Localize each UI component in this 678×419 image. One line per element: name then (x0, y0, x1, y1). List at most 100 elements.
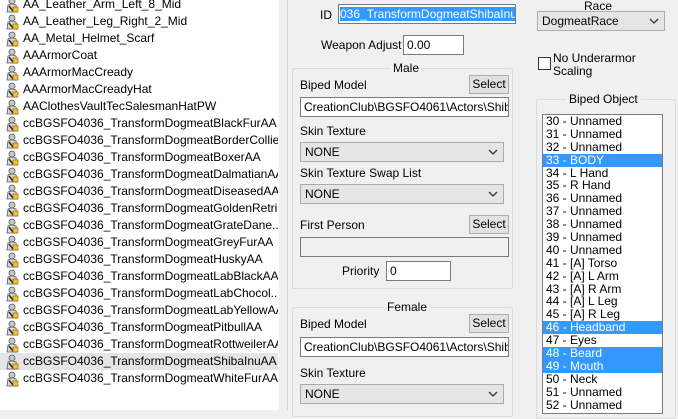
object-list-item-label: ccBGSFO4036_TransformDogmeatShibaInuAA (23, 354, 277, 368)
object-list-item[interactable]: ccBGSFO4036_TransformDogmeatRottweilerAA (0, 336, 278, 353)
object-list-item[interactable]: AAArmorMacCready (0, 64, 278, 81)
biped-object-item[interactable]: 33 - BODY (543, 153, 662, 167)
object-list-item[interactable]: AAClothesVaultTecSalesmanHatPW (0, 98, 278, 115)
no-underarmor-scaling-checkbox[interactable] (538, 57, 551, 70)
female-biped-model-label: Biped Model (300, 317, 367, 331)
armor-addon-icon (6, 252, 19, 267)
armor-addon-icon (6, 286, 19, 301)
male-skin-texture-dropdown[interactable]: NONE (300, 142, 504, 162)
armor-addon-icon (6, 116, 19, 131)
female-skin-texture-value: NONE (305, 387, 340, 401)
biped-object-item[interactable]: 40 - Unnamed (543, 243, 662, 257)
object-list-item-label: ccBGSFO4036_TransformDogmeatRottweilerAA (23, 337, 278, 351)
object-list-item-label: ccBGSFO4036_TransformDogmeatGrateDane... (23, 218, 278, 232)
biped-object-item[interactable]: 30 - Unnamed (543, 115, 662, 128)
male-skin-texture-value: NONE (305, 145, 340, 159)
object-list-item[interactable]: ccBGSFO4036_TransformDogmeatBlackFurAA (0, 115, 278, 132)
male-first-person-select-button[interactable]: Select (469, 215, 509, 234)
armor-addon-icon (6, 218, 19, 233)
biped-object-list[interactable]: 30 - Unnamed 31 - Unnamed 32 - Unnamed 33 -… (542, 114, 663, 414)
male-skin-swap-dropdown[interactable]: NONE (300, 184, 504, 204)
object-list-item-label: ccBGSFO4036_TransformDogmeatBorderCollie… (23, 133, 278, 147)
object-list-item[interactable]: AAArmorMacCreadyHat (0, 81, 278, 98)
biped-object-item[interactable]: 49 - Mouth (543, 359, 662, 373)
object-list-item-label: AA_Leather_Leg_Right_2_Mid (23, 14, 188, 28)
armor-addon-icon (6, 65, 19, 80)
biped-object-title: Biped Object (566, 92, 641, 106)
biped-object-item[interactable]: 50 - Neck (543, 372, 662, 386)
pane-splitter[interactable] (278, 0, 288, 410)
armor-addon-icon (6, 269, 19, 284)
armor-addon-icon (6, 99, 19, 114)
object-list-item[interactable]: ccBGSFO4036_TransformDogmeatGrateDane... (0, 217, 278, 234)
biped-object-item[interactable]: 51 - Unnamed (543, 385, 662, 399)
biped-object-item[interactable]: 32 - Unnamed (543, 140, 662, 154)
object-list-item-label: ccBGSFO4036_TransformDogmeatBoxerAA (23, 150, 261, 164)
object-list-item[interactable]: AA_Metal_Helmet_Scarf (0, 30, 278, 47)
weapon-adjust-field[interactable]: 0.00 (403, 35, 464, 55)
male-biped-model-path[interactable]: CreationClub\BGSFO4061\Actors\ShibaInu (300, 97, 509, 117)
id-field[interactable]: 036_TransformDogmeatShibaInuAA (338, 4, 516, 24)
object-list-item-label: ccBGSFO4036_TransformDogmeatLabChocol... (23, 286, 278, 300)
chevron-down-icon (488, 391, 498, 397)
armor-addon-icon (6, 320, 19, 335)
male-biped-model-label: Biped Model (300, 78, 367, 92)
armor-addon-icon (6, 371, 19, 386)
object-list-item[interactable]: ccBGSFO4036_TransformDogmeatDalmatianAA (0, 166, 278, 183)
object-list-item[interactable]: AAArmorCoat (0, 47, 278, 64)
armor-addon-icon (6, 31, 19, 46)
object-list-item[interactable]: ccBGSFO4036_TransformDogmeatGoldenRetri.… (0, 200, 278, 217)
armor-addon-icon (6, 235, 19, 250)
id-label: ID (320, 8, 332, 22)
biped-object-item[interactable]: 39 - Unnamed (543, 231, 662, 244)
armor-addon-icon (6, 167, 19, 182)
race-dropdown-value: DogmeatRace (542, 14, 619, 28)
biped-object-item[interactable]: 41 - [A] Torso (543, 256, 662, 270)
object-list-item-label: AAArmorMacCready (23, 65, 134, 79)
object-list-item-label: ccBGSFO4036_TransformDogmeatLabYellowAA (23, 303, 278, 317)
object-list-item[interactable]: AA_Leather_Leg_Right_2_Mid (0, 13, 278, 30)
object-list-item[interactable]: ccBGSFO4036_TransformDogmeatPitbullAA (0, 319, 278, 336)
female-biped-model-path[interactable]: CreationClub\BGSFO4061\Actors\ShibaInu (300, 337, 509, 357)
object-list-item[interactable]: ccBGSFO4036_TransformDogmeatBorderCollie… (0, 132, 278, 149)
armor-addon-icon (6, 303, 19, 318)
object-list-item[interactable]: ccBGSFO4036_TransformDogmeatWhiteFurAA (0, 370, 278, 387)
object-list-item-label: ccBGSFO4036_TransformDogmeatGreyFurAA (23, 235, 274, 249)
object-list-item-label: ccBGSFO4036_TransformDogmeatGoldenRetri.… (23, 201, 278, 215)
object-list-item[interactable]: ccBGSFO4036_TransformDogmeatLabBlackAA (0, 268, 278, 285)
object-list-item[interactable]: AA_Leather_Arm_Left_8_Mid (0, 0, 278, 13)
object-list-item[interactable]: ccBGSFO4036_TransformDogmeatShibaInuAA (0, 353, 278, 370)
object-list-item[interactable]: ccBGSFO4036_TransformDogmeatLabChocol... (0, 285, 278, 302)
object-list-item-label: AA_Metal_Helmet_Scarf (23, 31, 155, 45)
object-list-item-label: ccBGSFO4036_TransformDogmeatBlackFurAA (23, 116, 277, 130)
male-biped-model-select-button[interactable]: Select (469, 75, 509, 94)
female-biped-model-select-button[interactable]: Select (469, 314, 509, 333)
object-list-item[interactable]: ccBGSFO4036_TransformDogmeatGreyFurAA (0, 234, 278, 251)
armor-addon-form: ID 036_TransformDogmeatShibaInuAA Race D… (288, 0, 678, 419)
object-list-item-label: ccBGSFO4036_TransformDogmeatWhiteFurAA (23, 371, 278, 385)
object-list-item[interactable]: ccBGSFO4036_TransformDogmeatHuskyAA (0, 251, 278, 268)
object-list-item[interactable]: ccBGSFO4036_TransformDogmeatDiseasedAA (0, 183, 278, 200)
male-priority-field[interactable]: 0 (386, 261, 451, 281)
biped-object-item[interactable]: 31 - Unnamed (543, 127, 662, 141)
armor-addon-icon (6, 133, 19, 148)
object-list[interactable]: AA_Leather_Arm_Left_8_Mid AA_Leather_Leg_… (0, 0, 278, 410)
object-list-item-label: AAArmorCoat (23, 48, 98, 62)
no-underarmor-label-line2: Scaling (553, 64, 593, 78)
object-list-item[interactable]: ccBGSFO4036_TransformDogmeatBoxerAA (0, 149, 278, 166)
female-skin-texture-dropdown[interactable]: NONE (300, 384, 504, 404)
female-skin-texture-label: Skin Texture (300, 366, 366, 380)
chevron-down-icon (488, 191, 498, 197)
male-skin-texture-label: Skin Texture (300, 124, 366, 138)
armor-addon-icon (6, 184, 19, 199)
biped-object-item[interactable]: 42 - [A] L Arm (543, 269, 662, 283)
male-group-title: Male (390, 61, 423, 75)
male-first-person-path[interactable] (300, 237, 509, 257)
biped-object-item[interactable]: 48 - Beard (543, 347, 662, 360)
object-list-item-label: ccBGSFO4036_TransformDogmeatDalmatianAA (23, 167, 278, 181)
object-list-item[interactable]: ccBGSFO4036_TransformDogmeatLabYellowAA (0, 302, 278, 319)
armor-addon-icon (6, 337, 19, 352)
race-dropdown[interactable]: DogmeatRace (537, 11, 665, 31)
armor-addon-icon (6, 0, 19, 12)
armor-addon-icon (6, 48, 19, 63)
